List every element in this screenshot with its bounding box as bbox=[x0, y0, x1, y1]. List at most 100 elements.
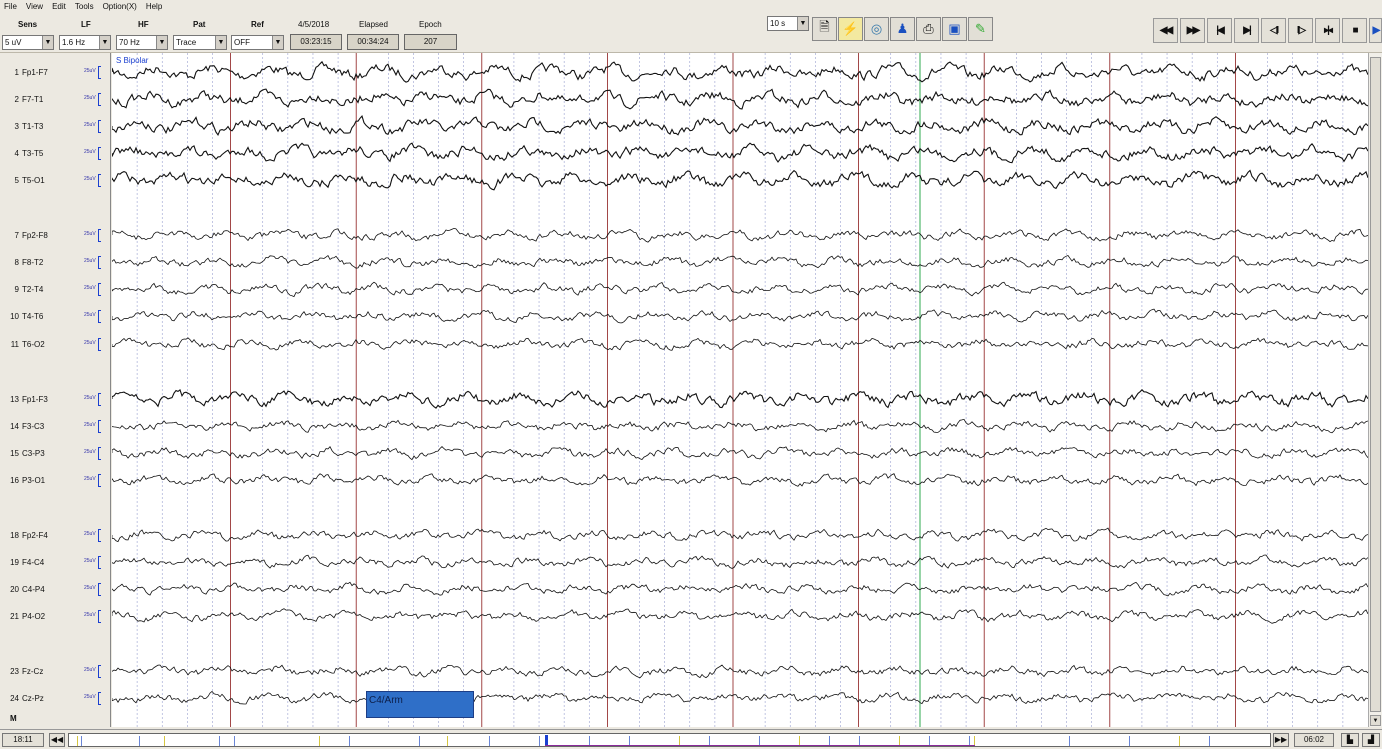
sens-select[interactable]: 5 uV ▼ bbox=[2, 35, 54, 50]
rewind-button[interactable]: ◀◀ bbox=[1153, 18, 1178, 43]
eeg-trace-area[interactable] bbox=[111, 53, 1369, 727]
scroll-down-icon[interactable]: ▼ bbox=[1370, 715, 1381, 726]
jump-start-button[interactable]: |◀ bbox=[1207, 18, 1232, 43]
menu-option[interactable]: Option(X) bbox=[103, 2, 137, 11]
scroll-thumb[interactable] bbox=[1370, 57, 1381, 712]
export-button[interactable]: ✎ bbox=[968, 17, 993, 41]
compress-button[interactable]: ▸|◂ bbox=[1315, 18, 1340, 43]
globe-button[interactable]: ◎ bbox=[864, 17, 889, 41]
channel-row[interactable]: 8 F8-T2 25uV bbox=[0, 256, 111, 270]
channel-row[interactable]: 10 T4-T6 25uV bbox=[0, 310, 111, 324]
channel-row[interactable]: 24 Cz-Pz 25uV bbox=[0, 692, 111, 706]
chart-view-button[interactable]: ▙ bbox=[1341, 733, 1359, 747]
timeline-event-mark[interactable] bbox=[709, 736, 710, 746]
vertical-scrollbar[interactable]: ▼ bbox=[1368, 53, 1382, 727]
step-forward-button[interactable]: II▷ bbox=[1288, 18, 1313, 43]
timeline-event-mark[interactable] bbox=[969, 736, 970, 746]
channel-row[interactable]: 1 Fp1-F7 25uV bbox=[0, 66, 111, 80]
hf-select[interactable]: 70 Hz ▼ bbox=[116, 35, 168, 50]
menu-view[interactable]: View bbox=[26, 2, 43, 11]
channel-row[interactable]: 3 T1-T3 25uV bbox=[0, 120, 111, 134]
timeline-event-mark[interactable] bbox=[829, 736, 830, 746]
patient-button[interactable]: ♟ bbox=[890, 17, 915, 41]
date-label: 4/5/2018 bbox=[298, 20, 330, 29]
timeline-event-mark[interactable] bbox=[1069, 736, 1070, 746]
channel-row[interactable]: 23 Fz-Cz 25uV bbox=[0, 665, 111, 679]
menu-edit[interactable]: Edit bbox=[52, 2, 66, 11]
channel-row[interactable]: 13 Fp1-F3 25uV bbox=[0, 393, 111, 407]
calibration-bar bbox=[98, 583, 101, 596]
timeline-event-mark[interactable] bbox=[219, 736, 220, 746]
timeline-event-mark[interactable] bbox=[1179, 736, 1180, 746]
timeline-event-mark[interactable] bbox=[1209, 736, 1210, 746]
timeline-event-mark[interactable] bbox=[81, 736, 82, 746]
timeline-event-mark[interactable] bbox=[234, 736, 235, 746]
timeline-event-mark[interactable] bbox=[319, 736, 320, 746]
step-back-button[interactable]: ◁II bbox=[1261, 18, 1286, 43]
timeline-event-mark[interactable] bbox=[679, 736, 680, 746]
menu-tools[interactable]: Tools bbox=[75, 2, 94, 11]
eeg-trace bbox=[111, 254, 1369, 269]
timebase-select[interactable]: 10 s ▼ bbox=[767, 16, 809, 31]
timeline-event-mark[interactable] bbox=[447, 736, 448, 746]
timeline-event-mark[interactable] bbox=[974, 736, 975, 746]
timeline-event-mark[interactable] bbox=[139, 736, 140, 746]
timeline-event-mark[interactable] bbox=[419, 736, 420, 746]
play-button[interactable]: ▶ bbox=[1369, 18, 1382, 43]
timeline-event-mark[interactable] bbox=[1129, 736, 1130, 746]
timeline-event-mark[interactable] bbox=[859, 736, 860, 746]
timeline-event-mark[interactable] bbox=[929, 736, 930, 746]
timeline-event-mark[interactable] bbox=[759, 736, 760, 746]
menu-file[interactable]: File bbox=[4, 2, 17, 11]
stop-button[interactable]: ■ bbox=[1342, 18, 1367, 43]
channel-row[interactable]: 11 T6-O2 25uV bbox=[0, 338, 111, 352]
channel-row[interactable]: 16 P3-O1 25uV bbox=[0, 474, 111, 488]
channel-row[interactable]: 21 P4-O2 25uV bbox=[0, 610, 111, 624]
channel-row[interactable]: 5 T5-O1 25uV bbox=[0, 174, 111, 188]
timeline-event-mark[interactable] bbox=[629, 736, 630, 746]
jump-end-button[interactable]: ▶| bbox=[1234, 18, 1259, 43]
channel-row[interactable]: 7 Fp2-F8 25uV bbox=[0, 229, 111, 243]
timeline-event-mark[interactable] bbox=[77, 736, 78, 746]
fast-forward-button[interactable]: ▶▶ bbox=[1180, 18, 1205, 43]
save-button[interactable]: 🗎 bbox=[812, 17, 837, 41]
channel-row[interactable]: 20 C4-P4 25uV bbox=[0, 583, 111, 597]
menu-help[interactable]: Help bbox=[146, 2, 162, 11]
timeline-back-button[interactable]: ◀◀ bbox=[49, 733, 65, 747]
timeline-event-mark[interactable] bbox=[489, 736, 490, 746]
layout-view-button[interactable]: ▟ bbox=[1362, 733, 1380, 747]
channel-row[interactable]: 19 F4-C4 25uV bbox=[0, 556, 111, 570]
photo-button[interactable]: ▣ bbox=[942, 17, 967, 41]
channel-row[interactable]: 18 Fp2-F4 25uV bbox=[0, 529, 111, 543]
timeline-event-mark[interactable] bbox=[164, 736, 165, 746]
lf-select[interactable]: 1.6 Hz ▼ bbox=[59, 35, 111, 50]
annotation-box[interactable]: C4/Arm bbox=[366, 691, 474, 718]
channel-number: 5 bbox=[14, 176, 19, 185]
channel-number: 2 bbox=[14, 95, 19, 104]
channel-row[interactable]: 2 F7-T1 25uV bbox=[0, 93, 111, 107]
timeline-bar[interactable] bbox=[68, 733, 1271, 747]
channel-row[interactable]: 9 T2-T4 25uV bbox=[0, 283, 111, 297]
channel-row[interactable]: 14 F3-C3 25uV bbox=[0, 420, 111, 434]
print-button[interactable]: ⎙ bbox=[916, 17, 941, 41]
eeg-trace bbox=[111, 88, 1369, 110]
sens-value: 5 uV bbox=[5, 38, 22, 47]
timeline-event-mark[interactable] bbox=[899, 736, 900, 746]
timeline-event-mark[interactable] bbox=[539, 736, 540, 746]
eeg-trace bbox=[111, 608, 1369, 624]
ref-select[interactable]: OFF ▼ bbox=[231, 35, 284, 50]
channel-row[interactable]: 15 C3-P3 25uV bbox=[0, 447, 111, 461]
montage-label[interactable]: S Bipolar bbox=[116, 56, 148, 65]
montage-on-button[interactable]: ⚡ bbox=[838, 17, 863, 41]
timeline-forward-button[interactable]: ▶▶ bbox=[1273, 733, 1289, 747]
timeline-event-mark[interactable] bbox=[349, 736, 350, 746]
timeline-event-mark[interactable] bbox=[799, 736, 800, 746]
channel-name: Fp1-F3 bbox=[22, 395, 48, 404]
channel-row[interactable]: 4 T3-T5 25uV bbox=[0, 147, 111, 161]
channel-name: Fp2-F8 bbox=[22, 231, 48, 240]
timeline-event-mark[interactable] bbox=[589, 736, 590, 746]
pat-select[interactable]: Trace ▼ bbox=[173, 35, 227, 50]
menu-bar: File View Edit Tools Option(X) Help bbox=[0, 0, 1382, 13]
calibration-bar bbox=[98, 420, 101, 433]
chevron-down-icon: ▼ bbox=[797, 17, 808, 30]
